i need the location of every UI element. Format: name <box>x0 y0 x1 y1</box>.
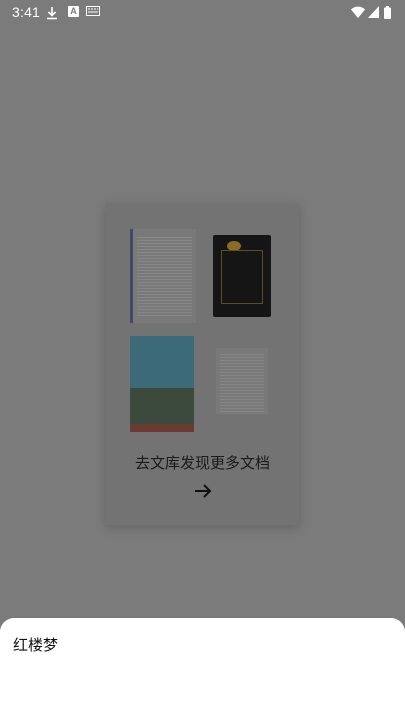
cell-signal-icon <box>368 6 379 18</box>
document-thumbnail[interactable] <box>130 229 196 323</box>
cover-band <box>130 424 194 432</box>
library-promo-card[interactable]: 去文库发现更多文档 <box>106 203 299 525</box>
book-cover-thumbnail[interactable] <box>213 235 271 317</box>
cover-sky <box>130 336 194 388</box>
wifi-icon <box>351 6 365 18</box>
cover-frame <box>221 250 263 304</box>
status-bar: 3:41 A <box>0 0 405 26</box>
thumbnail-text-lines <box>220 352 264 412</box>
cta-text[interactable]: 去文库发现更多文档 <box>106 452 299 473</box>
thumbnail-accent-bar <box>130 229 133 323</box>
book-cover-thumbnail[interactable] <box>130 336 194 432</box>
bottom-sheet[interactable]: 红楼梦 <box>0 618 405 720</box>
document-thumbnail[interactable] <box>216 348 268 414</box>
arrow-right-icon[interactable] <box>194 483 212 499</box>
accessibility-icon: A <box>68 6 79 17</box>
keyboard-icon <box>86 6 100 16</box>
status-time: 3:41 <box>12 4 41 20</box>
battery-icon <box>384 6 391 19</box>
sheet-title: 红楼梦 <box>13 636 59 654</box>
download-icon <box>47 7 57 20</box>
thumbnail-text-lines <box>137 235 192 317</box>
